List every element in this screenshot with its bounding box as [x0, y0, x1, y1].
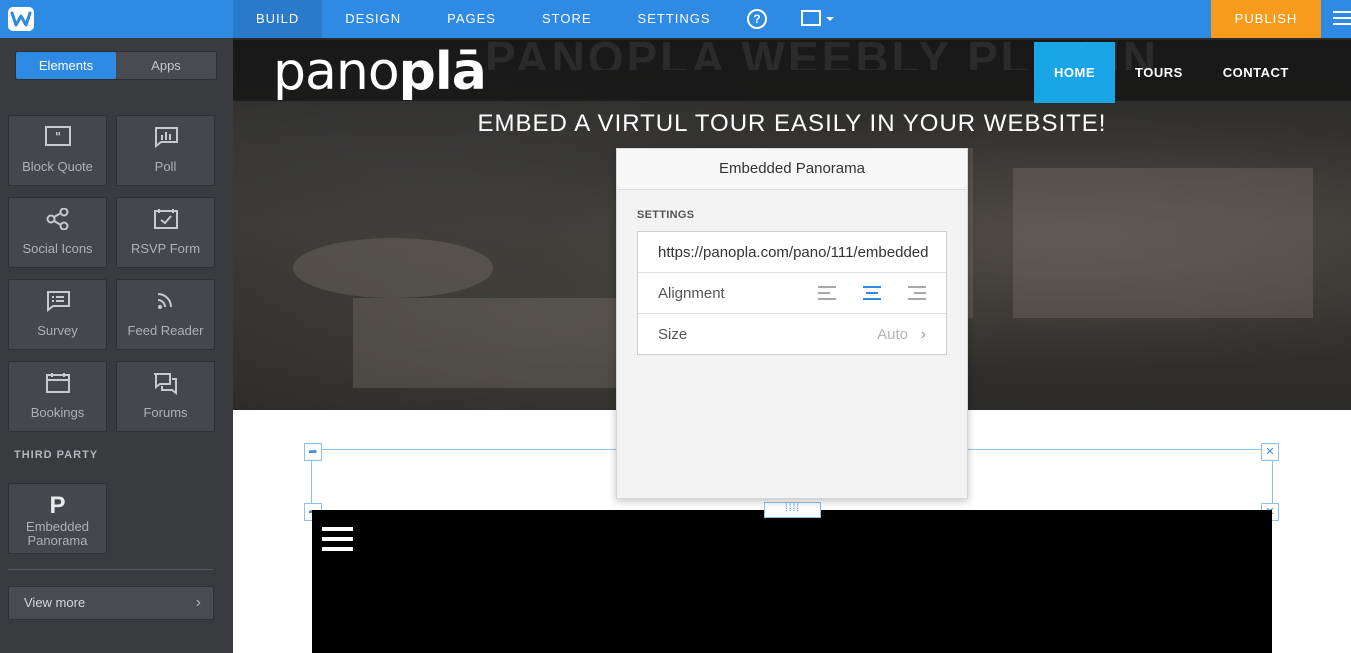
chevron-right-icon: › [195, 594, 201, 611]
third-party-heading: THIRD PARTY [14, 449, 99, 461]
element-label: RSVP Form [130, 241, 201, 256]
nav-design[interactable]: DESIGN [322, 0, 424, 38]
embedded-panorama-frame[interactable] [312, 510, 1272, 653]
element-social-icons[interactable]: Social Icons [8, 197, 107, 268]
site-nav-contact[interactable]: CONTACT [1203, 42, 1309, 103]
site-nav-tours[interactable]: TOURS [1115, 42, 1203, 103]
poll-icon [117, 126, 214, 150]
element-forums[interactable]: Forums [116, 361, 215, 432]
element-rsvp-form[interactable]: RSVP Form [116, 197, 215, 268]
close-icon[interactable]: ✕ [1261, 443, 1279, 461]
settings-group: https://panopla.com/pano/111/embedded Al… [637, 231, 947, 355]
size-value: Auto [877, 326, 908, 343]
share-icon [9, 207, 106, 232]
calendar-icon [9, 372, 106, 396]
element-label: Forums [143, 405, 188, 420]
size-row[interactable]: Size Auto › [638, 314, 946, 355]
popover-title: Embedded Panorama [617, 149, 967, 190]
nav-pages[interactable]: PAGES [424, 0, 519, 38]
element-label: Survey [37, 323, 78, 338]
weebly-w-icon [8, 7, 34, 31]
site-nav: HOME TOURS CONTACT [1034, 42, 1309, 103]
size-label: Size [658, 326, 688, 343]
panorama-menu-icon[interactable] [322, 527, 353, 552]
alignment-row: Alignment [638, 273, 946, 314]
rsvp-icon [117, 208, 214, 232]
align-right-icon[interactable] [906, 286, 926, 300]
sidebar-divider [8, 569, 213, 570]
element-label: Block Quote [22, 159, 93, 174]
tab-apps[interactable]: Apps [116, 52, 216, 79]
settings-heading: SETTINGS [637, 209, 695, 221]
embedded-panorama-settings-popover: Embedded Panorama SETTINGS https://panop… [616, 148, 968, 499]
site-logo[interactable]: panoplā [273, 46, 487, 98]
resize-drag-handle-icon[interactable]: ⁞⁞⁞⁞ [764, 502, 821, 518]
element-block-quote[interactable]: " Block Quote [8, 115, 107, 186]
top-bar: BUILD DESIGN PAGES STORE SETTINGS ? PUBL… [0, 0, 1351, 38]
align-center-icon[interactable] [862, 286, 882, 300]
element-poll[interactable]: Poll [116, 115, 215, 186]
hero-title[interactable]: EMBED A VIRTUL TOUR EASILY IN YOUR WEBSI… [233, 110, 1351, 138]
survey-icon [9, 290, 106, 314]
nav-settings[interactable]: SETTINGS [615, 0, 734, 38]
view-more-label: View more [24, 595, 86, 610]
hamburger-menu-icon[interactable] [1333, 11, 1351, 27]
logo-thin: pano [273, 42, 400, 102]
element-feed-reader[interactable]: Feed Reader [116, 279, 215, 350]
rss-icon [117, 290, 214, 314]
element-label: Social Icons [22, 241, 93, 256]
element-label: Bookings [30, 405, 85, 420]
element-embedded-panorama[interactable]: P Embedded Panorama [8, 483, 107, 554]
site-header: PANOPLA WEEBLY PLUGIN panoplā HOME TOURS… [233, 40, 1351, 103]
chevron-right-icon: › [920, 326, 926, 343]
tab-elements[interactable]: Elements [16, 52, 116, 79]
device-preview-icon[interactable] [801, 10, 837, 28]
nav-store[interactable]: STORE [519, 0, 615, 38]
align-left-icon[interactable] [818, 286, 838, 300]
site-nav-home[interactable]: HOME [1034, 42, 1115, 103]
element-label: Poll [154, 159, 177, 174]
embed-url-field[interactable]: https://panopla.com/pano/111/embedded [638, 232, 946, 273]
editor-nav: BUILD DESIGN PAGES STORE SETTINGS [233, 0, 734, 38]
forum-icon [117, 372, 214, 396]
alignment-options [818, 286, 926, 300]
element-label: Feed Reader [127, 323, 204, 338]
element-label: Embedded Panorama [26, 519, 89, 548]
element-bookings[interactable]: Bookings [8, 361, 107, 432]
view-more-button[interactable]: View more › [8, 586, 214, 620]
element-survey[interactable]: Survey [8, 279, 107, 350]
publish-button[interactable]: PUBLISH [1211, 0, 1321, 38]
svg-text:": " [54, 130, 60, 144]
quote-icon: " [9, 126, 106, 150]
weebly-logo[interactable] [0, 0, 233, 38]
move-handle-icon[interactable]: ➦ [304, 443, 322, 461]
help-icon[interactable]: ? [747, 9, 767, 29]
nav-build[interactable]: BUILD [233, 0, 323, 38]
sidebar-tabs: Elements Apps [15, 51, 217, 80]
alignment-label: Alignment [658, 285, 725, 302]
logo-bold: plā [398, 42, 487, 102]
elements-sidebar: Elements Apps " Block Quote Poll Social … [0, 38, 233, 653]
panorama-p-icon: P [49, 492, 66, 519]
